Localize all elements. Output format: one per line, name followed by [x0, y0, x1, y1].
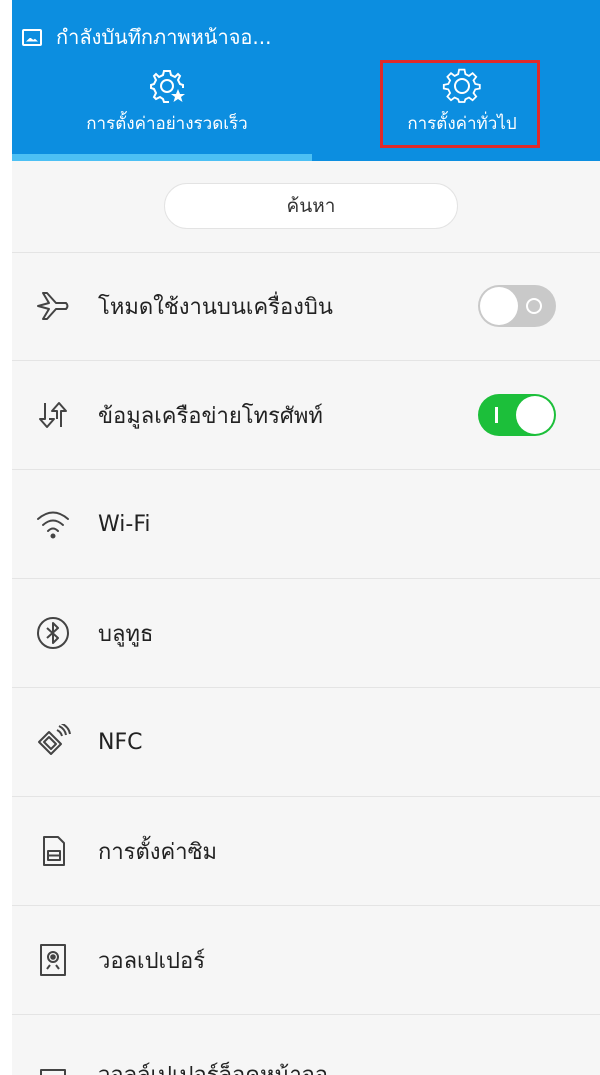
tab-selected-indicator [12, 154, 312, 161]
setting-label: ข้อมูลเครือข่ายโทรศัพท์ [98, 403, 323, 429]
setting-label: วอลเปเปอร์ [98, 948, 206, 974]
status-bar: กำลังบันทึกภาพหน้าจอ... [22, 22, 272, 52]
settings-screen: กำลังบันทึกภาพหน้าจอ... การตั้งค่าอย่างร… [12, 0, 600, 1075]
setting-label: การตั้งค่าซิม [98, 839, 218, 865]
setting-label: โหมดใช้งานบนเครื่องบิน [98, 294, 333, 320]
airplane-mode-toggle[interactable] [478, 285, 556, 327]
setting-label: บลูทูธ [98, 621, 154, 647]
status-text: กำลังบันทึกภาพหน้าจอ... [56, 25, 272, 49]
setting-nfc[interactable]: NFC [12, 688, 600, 797]
setting-label: NFC [98, 729, 143, 755]
toggle-off-mark [526, 298, 542, 314]
setting-wallpaper[interactable]: วอลเปเปอร์ [12, 906, 600, 1015]
header: กำลังบันทึกภาพหน้าจอ... การตั้งค่าอย่างร… [12, 0, 600, 161]
lockscreen-wallpaper-icon [34, 1066, 72, 1075]
setting-label: วอลล์เปเปอร์ล็อคหน้าจอ [98, 1057, 328, 1075]
toggle-knob [516, 396, 554, 434]
gear-icon [442, 68, 481, 103]
tab-quick-settings[interactable]: การตั้งค่าอย่างรวดเร็ว [42, 66, 292, 154]
setting-lockscreen-wallpaper[interactable]: วอลล์เปเปอร์ล็อคหน้าจอ [12, 1015, 600, 1075]
setting-mobile-data[interactable]: ข้อมูลเครือข่ายโทรศัพท์ [12, 361, 600, 470]
gear-star-icon [150, 70, 185, 103]
bluetooth-icon [34, 614, 72, 652]
tab-quick-settings-label: การตั้งค่าอย่างรวดเร็ว [86, 114, 248, 134]
mobile-data-icon [34, 396, 72, 434]
nfc-icon [34, 723, 72, 761]
toggle-on-mark [495, 407, 498, 423]
tab-general-settings[interactable]: การตั้งค่าทั่วไป [384, 66, 540, 154]
image-icon [22, 28, 42, 46]
setting-bluetooth[interactable]: บลูทูธ [12, 579, 600, 688]
wallpaper-icon [34, 941, 72, 979]
search-bar: ค้นหา [12, 161, 600, 253]
setting-label: Wi-Fi [98, 511, 151, 537]
search-input[interactable]: ค้นหา [164, 183, 458, 229]
airplane-icon [34, 287, 72, 325]
tab-general-settings-label: การตั้งค่าทั่วไป [407, 114, 517, 134]
setting-sim[interactable]: การตั้งค่าซิม [12, 797, 600, 906]
wifi-icon [34, 505, 72, 543]
toggle-knob [480, 287, 518, 325]
setting-wifi[interactable]: Wi-Fi [12, 470, 600, 579]
setting-airplane-mode[interactable]: โหมดใช้งานบนเครื่องบิน [12, 252, 600, 361]
search-placeholder: ค้นหา [286, 195, 336, 217]
mobile-data-toggle[interactable] [478, 394, 556, 436]
sim-icon [34, 832, 72, 870]
